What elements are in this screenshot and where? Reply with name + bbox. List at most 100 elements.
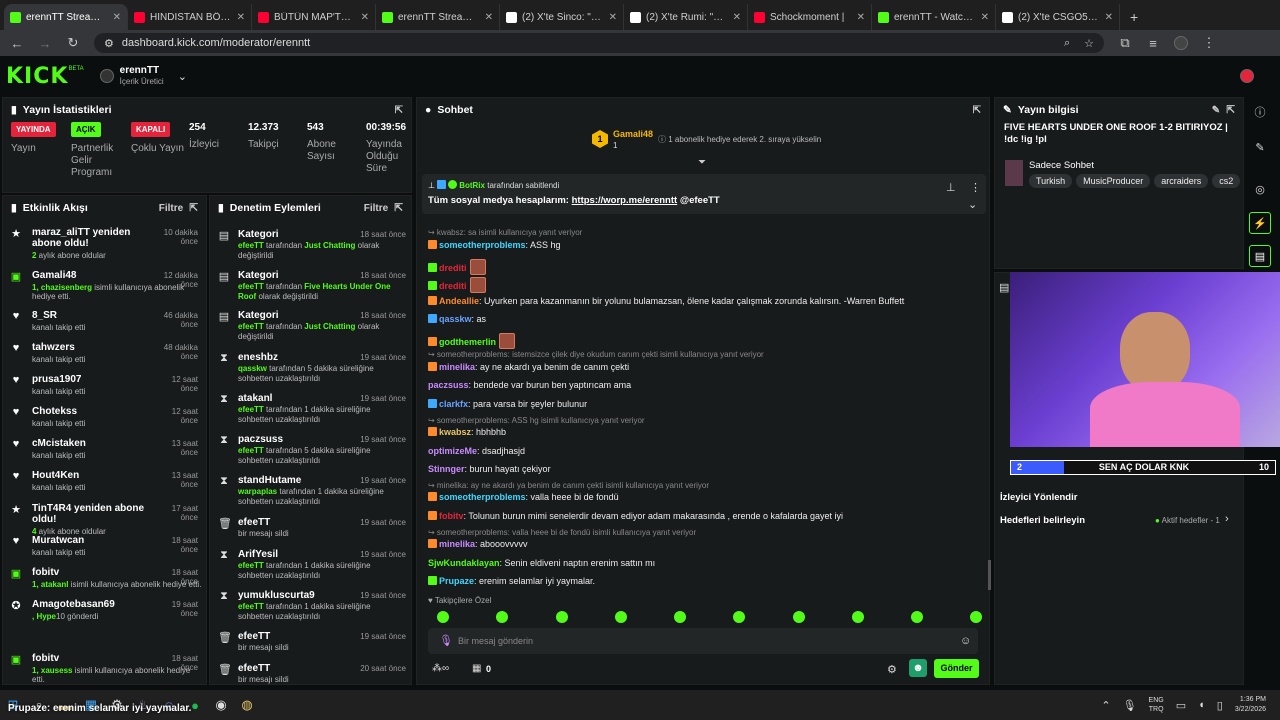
chat-username[interactable]: fobitv [439, 511, 464, 521]
activity-name[interactable]: tahwzers [32, 342, 152, 353]
browser-tab[interactable]: Schockmoment | ✕ [748, 4, 872, 30]
popout-icon[interactable]: ⇱ [394, 202, 403, 214]
tag-chip[interactable]: MusicProducer [1076, 174, 1151, 188]
emote-quick-icon[interactable] [615, 611, 627, 623]
moderation-actor[interactable]: efeeTT [238, 282, 264, 291]
moderation-target[interactable]: Kategori [238, 229, 279, 240]
emote-quick-icon[interactable] [674, 611, 686, 623]
activity-name[interactable]: cMcistaken [32, 438, 152, 449]
mic-tray-icon[interactable]: 🎙 [1123, 699, 1137, 712]
bot-icon[interactable]: ☻ [909, 659, 927, 677]
moderation-filter-button[interactable]: Filtre [364, 203, 388, 214]
emote-quick-icon[interactable] [556, 611, 568, 623]
zoom-icon[interactable]: ⌕ [1064, 37, 1070, 50]
browser-tab[interactable]: erennTT - Watch clip ✕ [872, 4, 996, 30]
activity-name[interactable]: fobitv [32, 567, 152, 578]
browser-tab[interactable]: erennTT Stream - Kic ✕ [4, 4, 128, 30]
tray-chevron-icon[interactable]: ⌃ [1101, 699, 1110, 712]
activity-name[interactable]: Chotekss [32, 406, 152, 417]
activity-name[interactable]: fobitv [32, 653, 152, 664]
obs-icon[interactable]: ◉ [208, 694, 234, 716]
emote-quick-icon[interactable] [911, 611, 923, 623]
chat-username[interactable]: optimizeMe [428, 446, 477, 456]
lang-code[interactable]: ENG [1149, 696, 1164, 705]
moderation-target[interactable]: efeeTT [238, 631, 270, 642]
forward-icon[interactable]: → [38, 36, 52, 51]
chat-settings-gear-icon[interactable]: ⚙ [887, 663, 897, 676]
moderation-actor[interactable]: efeeTT [238, 561, 264, 570]
activity-filter-button[interactable]: Filtre [159, 203, 183, 214]
emoji-icon[interactable]: ☺ [960, 635, 971, 647]
channel-points-icon[interactable]: ⁂∞ [432, 663, 449, 674]
moderation-target[interactable]: ArifYesil [238, 549, 278, 560]
activity-name[interactable]: Muratwcan [32, 535, 152, 546]
chat-username[interactable]: SjwKundaklayan [428, 558, 500, 568]
activity-name[interactable]: Gamali48 [32, 270, 152, 281]
chat-scrollbar[interactable] [988, 560, 991, 590]
tab-close-icon[interactable]: ✕ [1105, 12, 1113, 23]
activity-name[interactable]: prusa1907 [32, 374, 152, 385]
goals-label[interactable]: Hedefleri belirleyin [1000, 515, 1085, 526]
chat-username[interactable]: minelika [439, 362, 475, 372]
chat-username[interactable]: Prupaze [439, 576, 474, 586]
tag-chip[interactable]: arcraiders [1154, 174, 1209, 188]
menu-icon[interactable]: ⋮ [1202, 35, 1216, 51]
chat-username[interactable]: Stinnger [428, 464, 465, 474]
moderation-actor[interactable]: efeeTT [238, 602, 264, 611]
popout-icon[interactable]: ⇱ [395, 105, 403, 116]
network-icon[interactable]: ▭ [1176, 699, 1186, 712]
user-avatar[interactable] [1240, 69, 1254, 83]
collapse-icon[interactable]: ⏷ [698, 157, 706, 168]
moderation-target[interactable]: atakanl [238, 393, 272, 404]
activity-name[interactable]: Hout4Ken [32, 470, 152, 481]
activity-name[interactable]: maraz_aliTT yeniden abone oldu! [32, 227, 152, 249]
kick-logo[interactable]: KICK [6, 64, 68, 89]
moderation-actor[interactable]: efeeTT [238, 241, 264, 250]
browser-tab[interactable]: BÜTÜN MAP'TE DOLA ✕ [252, 4, 376, 30]
chat-username[interactable]: someotherproblems [439, 240, 526, 250]
chat-username[interactable]: kwabsz [439, 427, 471, 437]
emote-quick-icon[interactable] [970, 611, 982, 623]
chat-username[interactable]: minelika [439, 539, 475, 549]
moderation-target[interactable]: efeeTT [238, 663, 270, 674]
battery-icon[interactable]: ▯ [1217, 699, 1223, 712]
extensions-icon[interactable]: ⧉ [1118, 35, 1132, 51]
tag-chip[interactable]: Turkish [1029, 174, 1073, 188]
camera-icon[interactable]: ◎ [1249, 178, 1271, 200]
unpin-icon[interactable]: ⊥ [946, 181, 956, 194]
chat-username[interactable]: drediti [439, 281, 467, 291]
url-field[interactable]: ⚙ dashboard.kick.com/moderator/erenntt ⌕… [94, 33, 1104, 53]
browser-tab[interactable]: (2) X'te CSGO500: "V ✕ [996, 4, 1120, 30]
browser-tab[interactable]: erennTT Stream - Wa ✕ [376, 4, 500, 30]
moderation-actor[interactable]: qasskw [238, 364, 267, 373]
moderation-target[interactable]: Kategori [238, 310, 279, 321]
browser-tab[interactable]: HİNDİSTAN BÖLÜM 2 ✕ [128, 4, 252, 30]
emote-quick-icon[interactable] [437, 611, 449, 623]
emote-quick-icon[interactable] [733, 611, 745, 623]
tab-close-icon[interactable]: ✕ [733, 12, 741, 23]
goals-chevron-icon[interactable]: › [1225, 513, 1229, 525]
profile-avatar[interactable] [1174, 36, 1188, 50]
moderation-target[interactable]: eneshbz [238, 352, 278, 363]
chat-username[interactable]: qasskw [439, 314, 472, 324]
browser-tab[interactable]: (2) X'te Rumi: "sadec ✕ [624, 4, 748, 30]
moderation-target[interactable]: standHutame [238, 475, 301, 486]
top-gifter-name[interactable]: Gamali48 [613, 129, 653, 139]
microphone-icon[interactable]: 🎙 [439, 634, 453, 647]
note-icon[interactable]: ▤ [1249, 245, 1271, 267]
chat-username[interactable]: godthemerlin [439, 337, 496, 347]
new-tab-icon[interactable]: + [1120, 9, 1148, 30]
edit-icon[interactable]: ✎ [1212, 105, 1220, 116]
activity-name[interactable]: TinT4R4 yeniden abone oldu! [32, 503, 152, 525]
chat-username[interactable]: clarkfx [439, 399, 468, 409]
moderation-target[interactable]: paczsuss [238, 434, 283, 445]
raid-label[interactable]: İzleyici Yönlendir [1000, 492, 1077, 503]
tab-close-icon[interactable]: ✕ [485, 12, 493, 23]
site-info-icon[interactable]: ⚙ [104, 37, 114, 50]
popout-icon[interactable]: ⇱ [189, 202, 198, 214]
popout-icon[interactable]: ⇱ [1226, 104, 1235, 116]
chrome-icon[interactable]: ◍ [234, 694, 260, 716]
expand-chevron-icon[interactable]: ⌄ [968, 198, 977, 211]
emote-quick-icon[interactable] [793, 611, 805, 623]
emote-quick-icon[interactable] [852, 611, 864, 623]
